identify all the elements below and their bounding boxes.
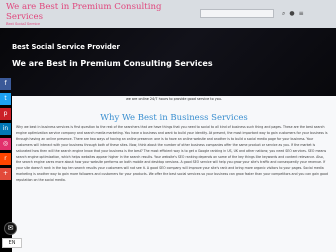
pinterest-icon[interactable]: p [0,108,11,120]
language-selector[interactable]: EN [2,238,22,248]
user-icon[interactable]: ● [289,10,294,18]
hero-heading: Best Social Service Provider [12,43,120,51]
body-paragraph: Why we best in business services is firs… [16,125,328,183]
social-share-bar: f t p in ◎ r + [0,78,12,183]
top-header: We are Best in Premium Consulting Servic… [0,0,336,28]
hero-subheading: We are Best in Premium Consulting Servic… [12,59,213,68]
search-icon[interactable]: ⌕ [282,10,285,18]
menu-icon[interactable]: ≡ [299,10,304,18]
twitter-icon[interactable]: t [0,93,11,105]
hours-notice: we are online 24/7 hours to provide good… [125,97,223,101]
reddit-icon[interactable]: r [0,153,11,165]
header-icons: ⌕ ● ≡ [282,10,304,18]
share-icon[interactable]: + [0,168,11,180]
search-input[interactable] [200,9,274,18]
chat-icon[interactable]: ✉ [4,222,17,235]
instagram-icon[interactable]: ◎ [0,138,11,150]
section-title: Why We Best in Business Services [100,113,248,123]
site-title[interactable]: We are Best in Premium Consulting Servic… [6,2,166,22]
main-content: we are online 24/7 hours to provide good… [12,96,336,252]
facebook-icon[interactable]: f [0,78,11,90]
linkedin-icon[interactable]: in [0,123,11,135]
site-tagline: Best Social Service [6,22,41,26]
